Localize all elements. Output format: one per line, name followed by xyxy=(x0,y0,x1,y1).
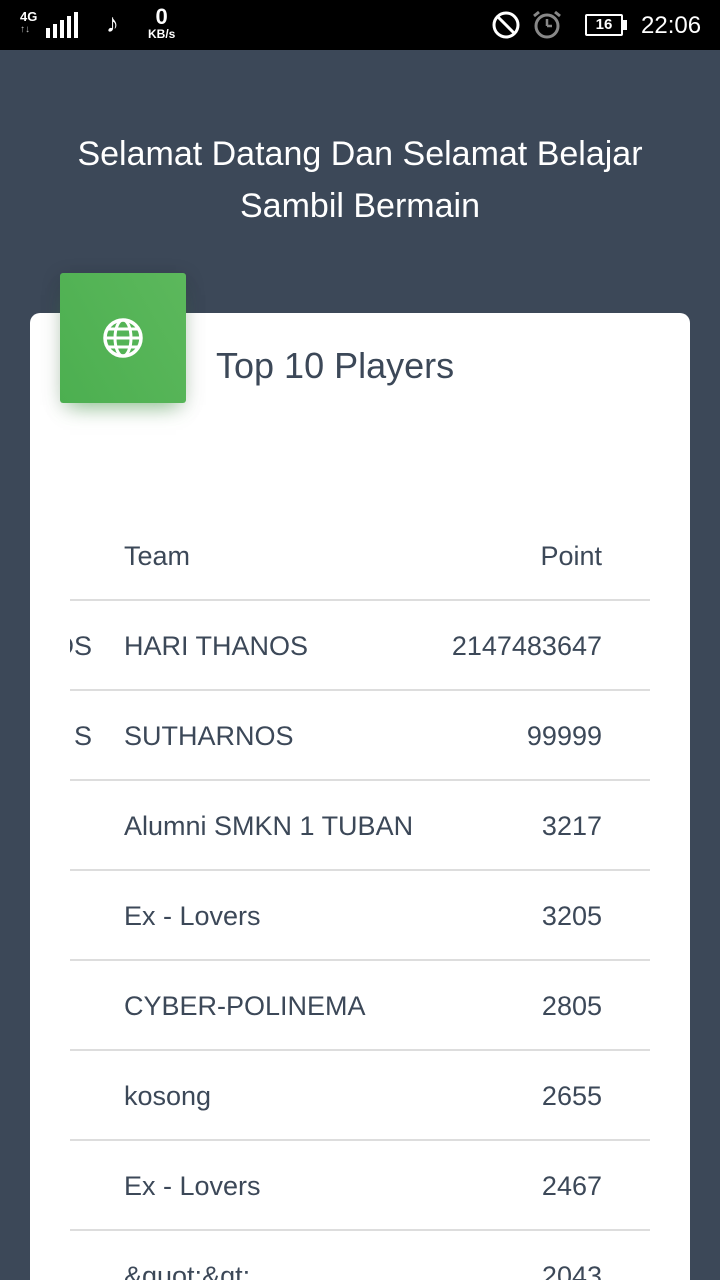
globe-icon xyxy=(103,318,143,358)
rank-cell: DS xyxy=(70,631,92,661)
music-note-icon: ♪ xyxy=(106,8,119,38)
network-speed: 0 KB/s xyxy=(148,4,176,41)
team-cell: Ex - Lovers xyxy=(124,1171,261,1201)
clock: 22:06 xyxy=(641,12,702,39)
status-bar: 4G ↑↓ ♪ 0 KB/s 16 22:06 xyxy=(0,0,720,50)
battery-icon: 16 xyxy=(585,14,627,36)
team-cell: HARI THANOS xyxy=(124,631,309,661)
team-cell: SUTHARNOS xyxy=(124,721,294,751)
table-row: Alumni SMKN 1 TUBAN 3217 xyxy=(70,781,650,871)
point-cell: 2805 xyxy=(541,991,602,1021)
team-cell: kosong xyxy=(124,1081,212,1111)
speed-value: 0 xyxy=(155,4,168,29)
table-row: Ex - Lovers 3205 xyxy=(70,871,650,961)
point-cell: 2467 xyxy=(541,1171,602,1201)
table-row: kosong 2655 xyxy=(70,1051,650,1141)
table-row: CYBER-POLINEMA 2805 xyxy=(70,961,650,1051)
point-cell: 2147483647 xyxy=(451,631,602,661)
card-title: Top 10 Players xyxy=(216,345,455,386)
team-cell: &quot;&gt; xyxy=(124,1261,251,1280)
battery-level: 16 xyxy=(585,14,623,36)
team-cell: CYBER-POLINEMA xyxy=(124,991,366,1021)
speed-unit: KB/s xyxy=(148,27,176,41)
network-label: 4G xyxy=(20,9,38,24)
rank-cell: S xyxy=(73,721,92,751)
table-row: Ex - Lovers 2467 xyxy=(70,1141,650,1231)
do-not-disturb-icon xyxy=(492,11,520,39)
signal-icon xyxy=(46,12,78,38)
welcome-heading: Selamat Datang Dan Selamat Belajar Sambi… xyxy=(77,135,643,225)
column-header-team: Team xyxy=(124,541,191,571)
point-cell: 2655 xyxy=(541,1081,602,1111)
leaderboard-table[interactable]: Team Point DS HARI THANOS 2147483647 S S… xyxy=(70,511,650,1280)
point-cell: 3205 xyxy=(541,901,602,931)
point-cell: 3217 xyxy=(541,811,602,841)
card-header-icon-box xyxy=(60,273,186,403)
point-cell: 2043 xyxy=(541,1261,602,1280)
table-header-row: Team Point xyxy=(70,511,650,601)
data-arrows-icon: ↑↓ xyxy=(20,24,30,35)
network-type: 4G ↑↓ xyxy=(20,10,37,36)
table-row: DS HARI THANOS 2147483647 xyxy=(70,601,650,691)
alarm-icon xyxy=(533,10,561,39)
table-row: S SUTHARNOS 99999 xyxy=(70,691,650,781)
team-cell: Ex - Lovers xyxy=(124,901,261,931)
table-row: &quot;&gt; 2043 xyxy=(70,1231,650,1280)
point-cell: 99999 xyxy=(526,721,602,751)
column-header-point: Point xyxy=(540,541,602,571)
team-cell: Alumni SMKN 1 TUBAN xyxy=(124,811,414,841)
